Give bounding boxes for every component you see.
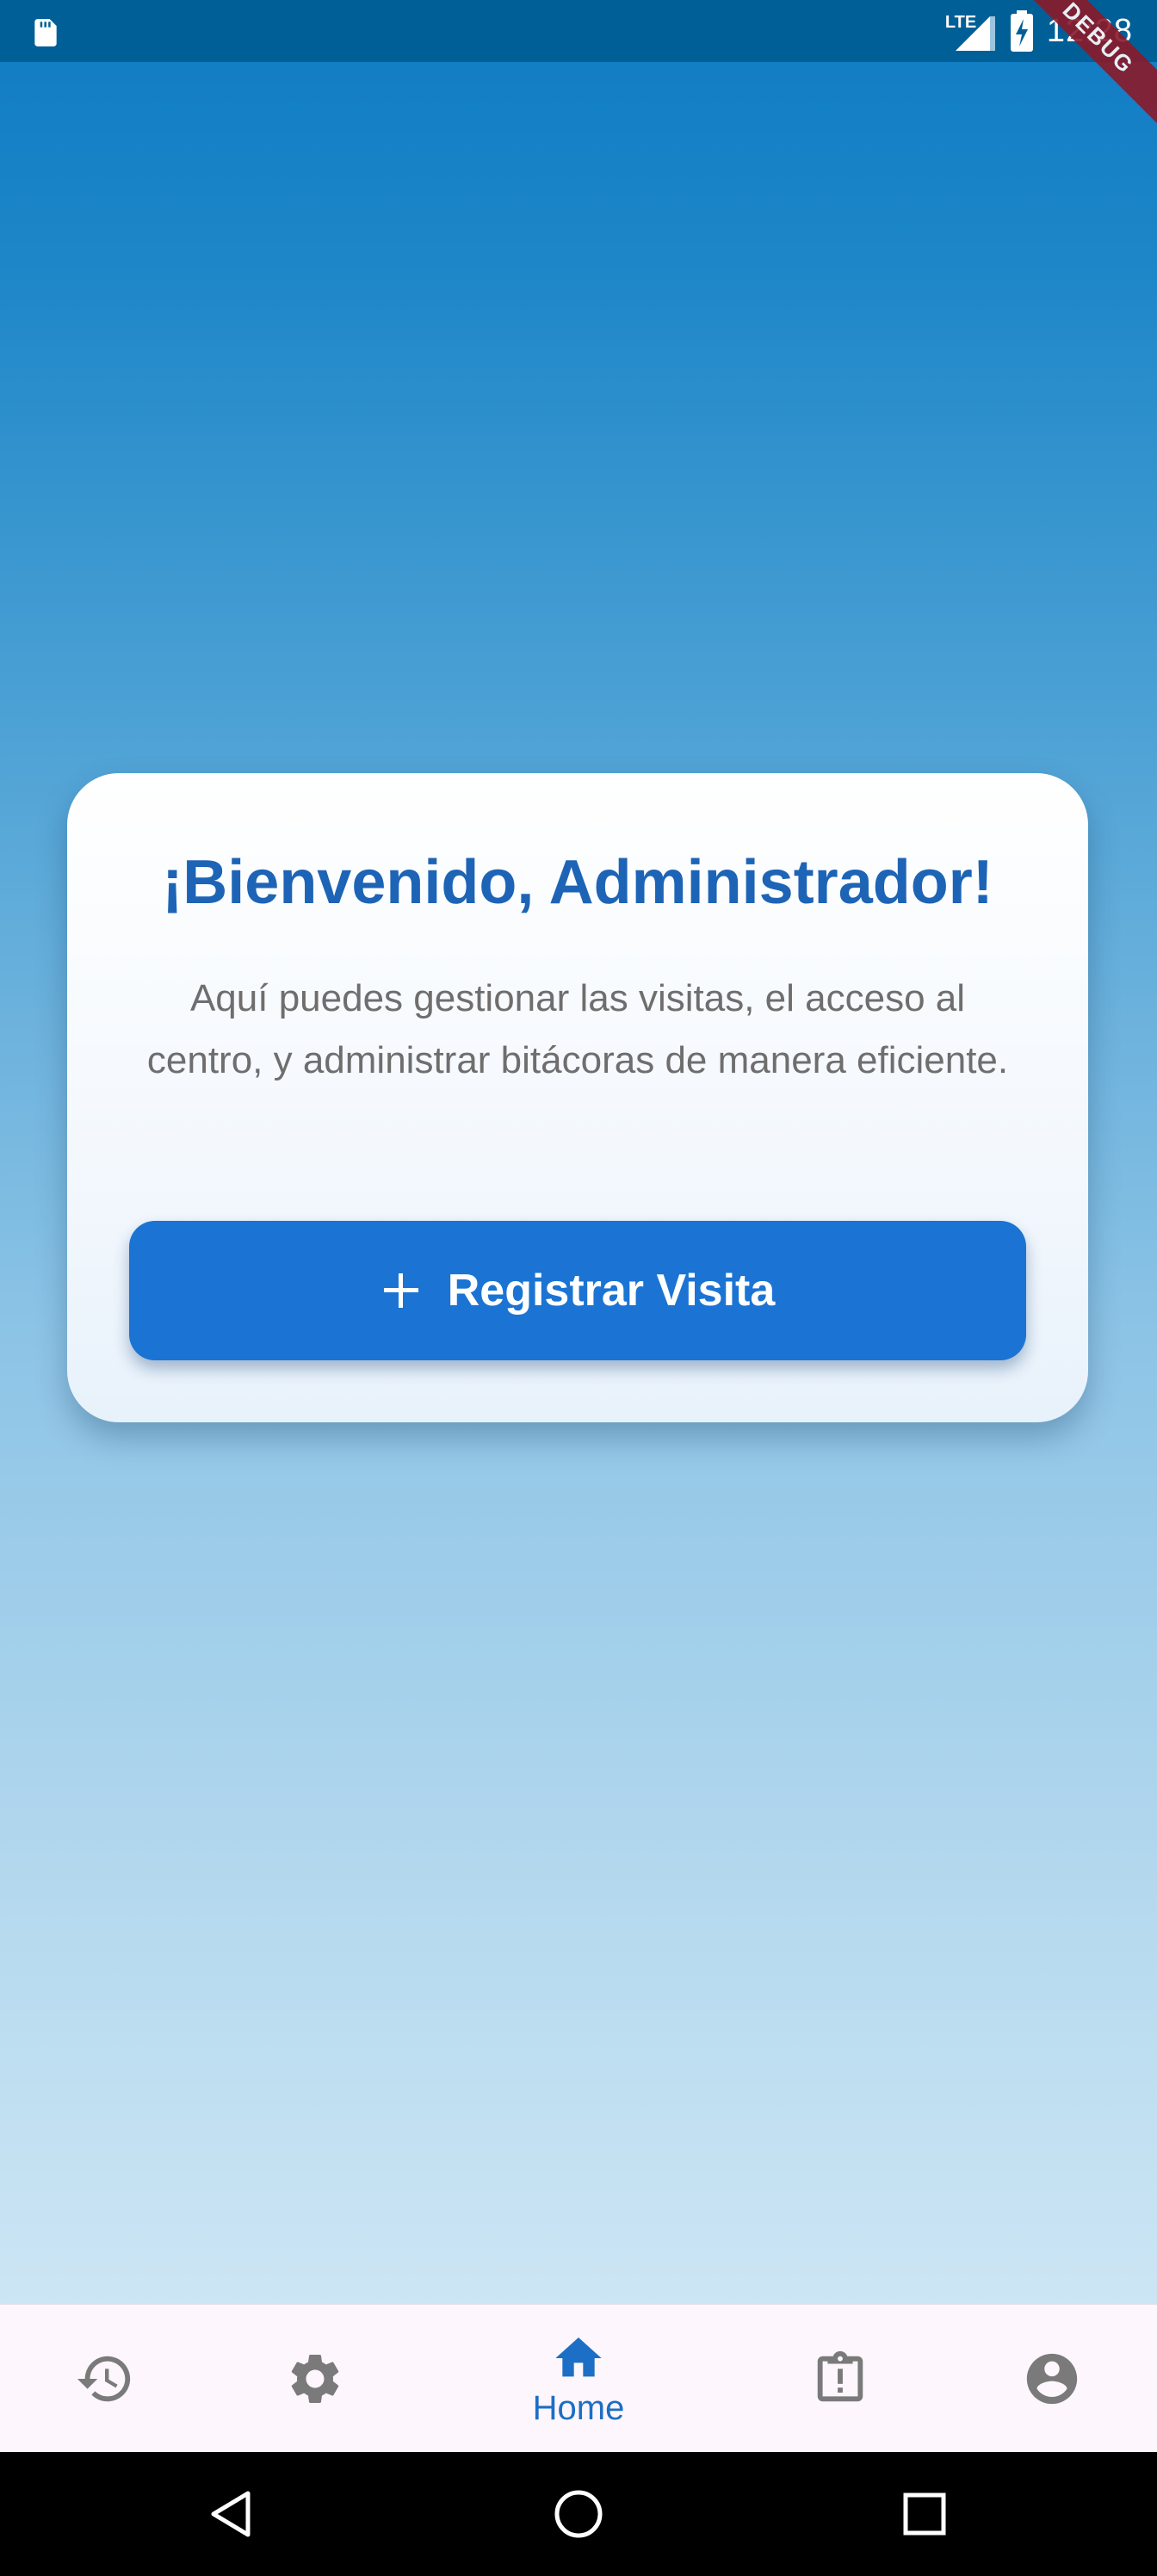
welcome-description: Aquí puedes gestionar las visitas, el ac… — [146, 977, 1009, 1081]
plus-icon — [383, 1273, 418, 1308]
register-visit-button[interactable]: Registrar Visita — [129, 1221, 1026, 1360]
nav-item-profile[interactable] — [1000, 2305, 1104, 2453]
bottom-navigation: Home — [0, 2304, 1157, 2453]
clipboard-alert-icon — [817, 2350, 863, 2402]
account-circle-icon — [1026, 2353, 1078, 2405]
recents-icon[interactable] — [897, 2486, 952, 2542]
welcome-card: ¡Bienvenido, Administrador! Aquí puedes … — [67, 773, 1088, 1422]
system-navigation-bar — [0, 2452, 1157, 2576]
gear-icon — [291, 2355, 339, 2403]
welcome-title: ¡Bienvenido, Administrador! — [162, 848, 993, 917]
nav-label-home: Home — [532, 2388, 625, 2427]
home-circle-icon[interactable] — [551, 2486, 606, 2542]
battery-charging-icon — [1010, 10, 1033, 52]
signal-icon: LTE — [945, 9, 997, 53]
history-icon — [77, 2356, 131, 2402]
nav-item-reports[interactable] — [789, 2305, 892, 2453]
nav-item-history[interactable] — [53, 2305, 157, 2453]
app-screen: LTE 12:28 DEBUG ¡Bienvenido, Administrad… — [0, 0, 1157, 2576]
back-icon[interactable] — [205, 2486, 260, 2542]
status-bar: LTE 12:28 DEBUG — [0, 0, 1157, 131]
nav-item-settings[interactable] — [263, 2305, 367, 2453]
nav-item-home[interactable]: Home — [492, 2305, 665, 2453]
home-icon — [555, 2337, 602, 2376]
register-visit-label: Registrar Visita — [447, 1266, 776, 1316]
sd-card-icon — [34, 19, 57, 46]
